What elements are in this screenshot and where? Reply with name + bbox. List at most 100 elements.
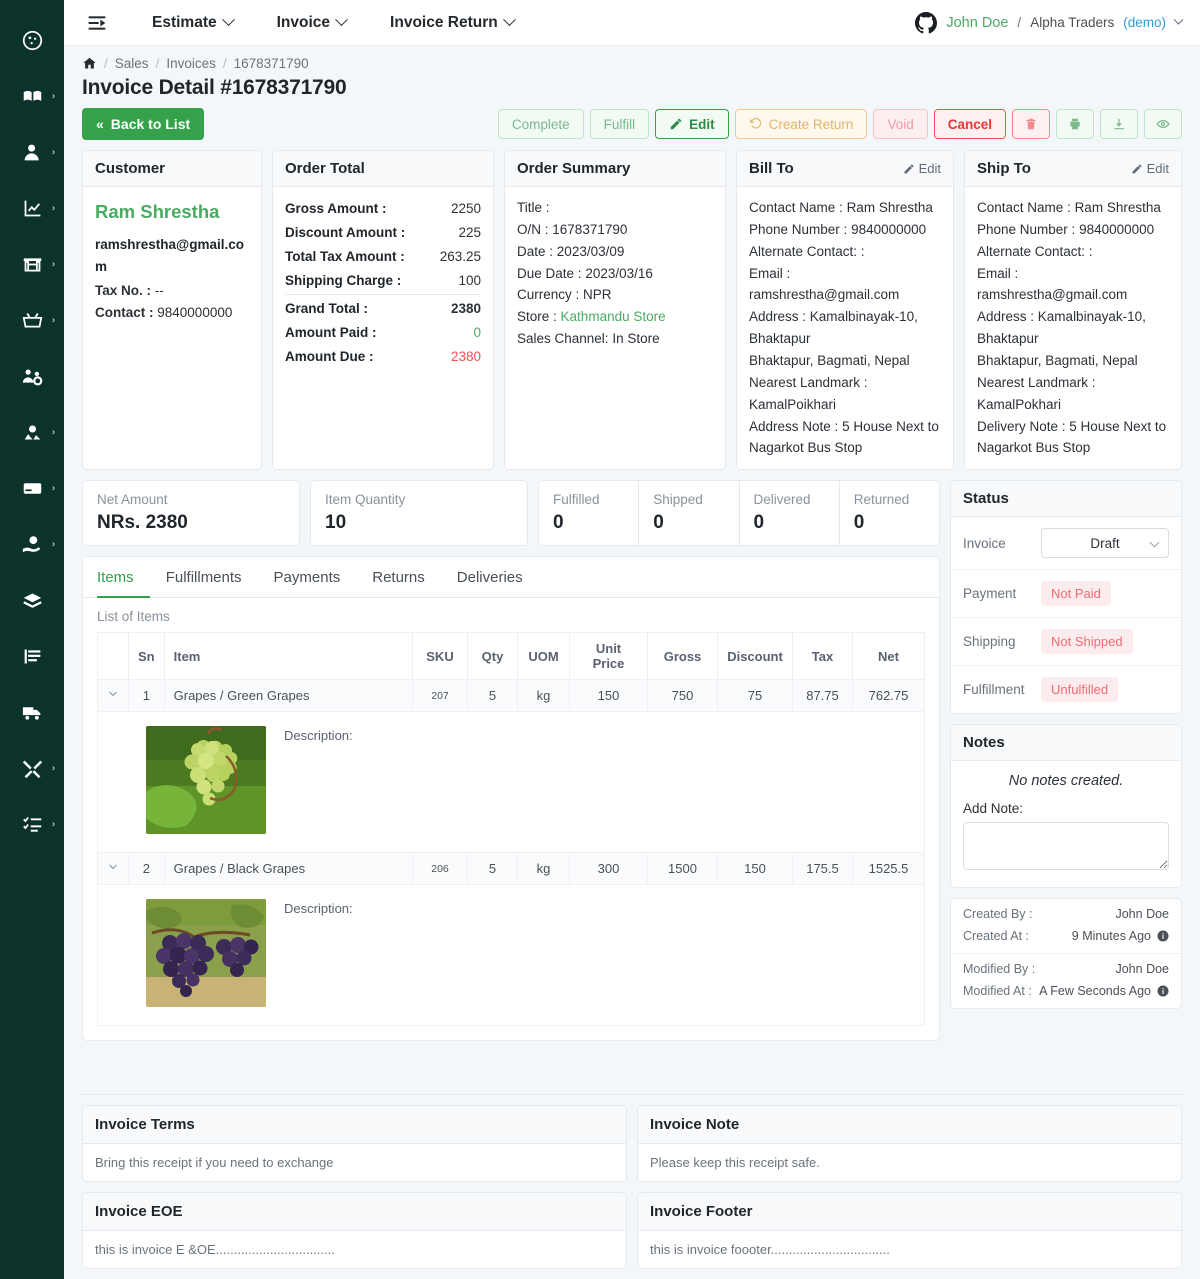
order-total-value: 263.25 (439, 248, 481, 264)
sidebar-item-inventory[interactable] (0, 572, 64, 628)
invoice-status-select[interactable]: Draft (1041, 528, 1169, 559)
no-notes-text: No notes created. (1008, 773, 1124, 790)
breadcrumb: / Sales / Invoices / 1678371790 (82, 56, 1182, 71)
tab-returns[interactable]: Returns (356, 557, 441, 598)
tab-payments[interactable]: Payments (258, 557, 357, 598)
sidebar-item-staff[interactable] (0, 348, 64, 404)
order-total-label: Grand Total : (285, 301, 368, 317)
void-button[interactable]: Void (873, 109, 928, 139)
col-sn: Sn (128, 632, 165, 681)
created-at-value: 9 Minutes Ago (1071, 929, 1151, 944)
preview-button[interactable] (1144, 109, 1182, 139)
add-note-label: Add Note: (963, 801, 1024, 817)
sidebar-item-reports[interactable]: › (0, 180, 64, 236)
sidebar-item-shipping[interactable] (0, 684, 64, 740)
nav-invoice-return[interactable]: Invoice Return (368, 13, 536, 32)
cell-sku: 206 (412, 852, 468, 886)
ship-to-label: Address : (977, 309, 1035, 325)
breadcrumb-wrapper: / Sales / Invoices / 1678371790 Invoice … (64, 46, 1200, 100)
order-total-value: 2380 (450, 301, 481, 317)
user-icon (24, 144, 39, 160)
info-icon[interactable] (1157, 985, 1169, 997)
edit-button[interactable]: Edit (655, 109, 729, 139)
ship-to-label: Contact Name : (977, 200, 1071, 215)
bill-to-value: Ram Shrestha (846, 200, 933, 215)
sidebar-item-dashboard[interactable] (0, 12, 64, 68)
tools-icon (22, 760, 42, 778)
home-icon[interactable] (82, 56, 97, 71)
sidebar-item-customers[interactable]: › (0, 124, 64, 180)
item-quantity-stat: Item Quantity 10 (310, 480, 528, 547)
user-menu[interactable]: John Doe / Alpha Traders (demo) (915, 11, 1184, 34)
chevron-right-icon: › (52, 538, 55, 549)
tab-deliveries[interactable]: Deliveries (441, 557, 539, 598)
breadcrumb-invoices[interactable]: Invoices (166, 56, 216, 71)
tab-items[interactable]: Items (97, 557, 150, 599)
cancel-button[interactable]: Cancel (933, 109, 1006, 139)
cell-uom: kg (517, 852, 570, 886)
menu-fold-icon[interactable] (84, 10, 110, 36)
col-gross: Gross (647, 632, 718, 681)
sidebar-item-catalog[interactable]: › (0, 68, 64, 124)
create-return-button[interactable]: Create Return (734, 109, 868, 139)
ship-to-edit-button[interactable]: Edit (1131, 161, 1169, 176)
detail-row: Net Amount NRs. 2380 Item Quantity 10 Fu… (82, 480, 1182, 1042)
fulfilled-value: 0 (553, 512, 564, 534)
sidebar-item-suppliers[interactable]: › (0, 404, 64, 460)
add-note-input[interactable] (963, 822, 1169, 871)
create-return-label: Create Return (768, 116, 854, 132)
sidebar-item-payments[interactable]: › (0, 460, 64, 516)
status-card-header: Status (951, 481, 1181, 518)
cell-qty: 5 (467, 679, 518, 713)
chevron-down-icon (335, 13, 348, 27)
bill-to-value: 9840000000 (851, 221, 927, 237)
order-summary-value: NPR (583, 287, 612, 303)
tab-fulfillments[interactable]: Fulfillments (150, 557, 258, 598)
sidebar-item-sales[interactable]: › (0, 292, 64, 348)
cell-gross: 750 (647, 679, 718, 713)
cell-qty: 5 (467, 852, 518, 886)
breadcrumb-invoice-number[interactable]: 1678371790 (234, 56, 309, 71)
bill-to-card: Bill To Edit Contact Name : Ram Shrestha… (736, 150, 954, 471)
bill-to-edit-button[interactable]: Edit (903, 161, 941, 176)
order-summary-store-line: Store : Kathmandu Store (517, 306, 713, 328)
delete-button[interactable] (1012, 109, 1050, 139)
cell-discount: 75 (717, 679, 793, 713)
bill-to-label: Phone Number : (749, 221, 848, 237)
download-button[interactable] (1100, 109, 1138, 139)
order-summary-card-body: Title : O/N : 1678371790 Date : 2023/03/… (505, 187, 725, 360)
table-row[interactable]: 2 Grapes / Black Grapes 206 5 kg 300 150… (97, 852, 925, 886)
breadcrumb-sales[interactable]: Sales (115, 56, 149, 71)
order-summary-line: Due Date : 2023/03/16 (517, 263, 713, 285)
basket-icon (22, 312, 42, 327)
sidebar-item-store[interactable]: › (0, 236, 64, 292)
cell-unit-price: 300 (569, 852, 648, 886)
fulfill-button[interactable]: Fulfill (589, 109, 650, 139)
bill-to-line: Contact Name : Ram Shrestha (749, 197, 941, 219)
sidebar-item-tools[interactable]: › (0, 740, 64, 796)
sidebar-item-tasks[interactable]: › (0, 796, 64, 852)
nav-estimate[interactable]: Estimate (130, 13, 255, 32)
sidebar-item-accounting[interactable] (0, 628, 64, 684)
row-expander-toggle[interactable] (97, 852, 129, 886)
table-row[interactable]: 1 Grapes / Green Grapes 207 5 kg 150 750… (97, 679, 925, 713)
pencil-icon (670, 118, 682, 130)
shipped-label: Shipped (653, 492, 703, 508)
order-total-card-header: Order Total (273, 151, 493, 187)
back-to-list-button[interactable]: « Back to List (82, 108, 205, 140)
print-button[interactable] (1056, 109, 1094, 139)
sidebar-item-expenses[interactable]: › (0, 516, 64, 572)
row-expander-toggle[interactable] (97, 679, 129, 713)
nav-invoice[interactable]: Invoice (255, 13, 368, 32)
order-summary-line: Title : (517, 197, 713, 219)
bill-to-line: Phone Number : 9840000000 (749, 219, 941, 241)
user-name: John Doe (946, 14, 1009, 31)
col-net: Net (852, 632, 925, 681)
table-detail-row: Description: (97, 884, 925, 1027)
info-icon[interactable] (1157, 930, 1169, 942)
order-summary-line: Sales Channel: In Store (517, 328, 713, 350)
store-link[interactable]: Kathmandu Store (561, 309, 666, 324)
bill-to-label: Email : (749, 265, 791, 281)
order-total-card-title: Order Total (285, 160, 365, 177)
complete-button[interactable]: Complete (497, 109, 584, 139)
